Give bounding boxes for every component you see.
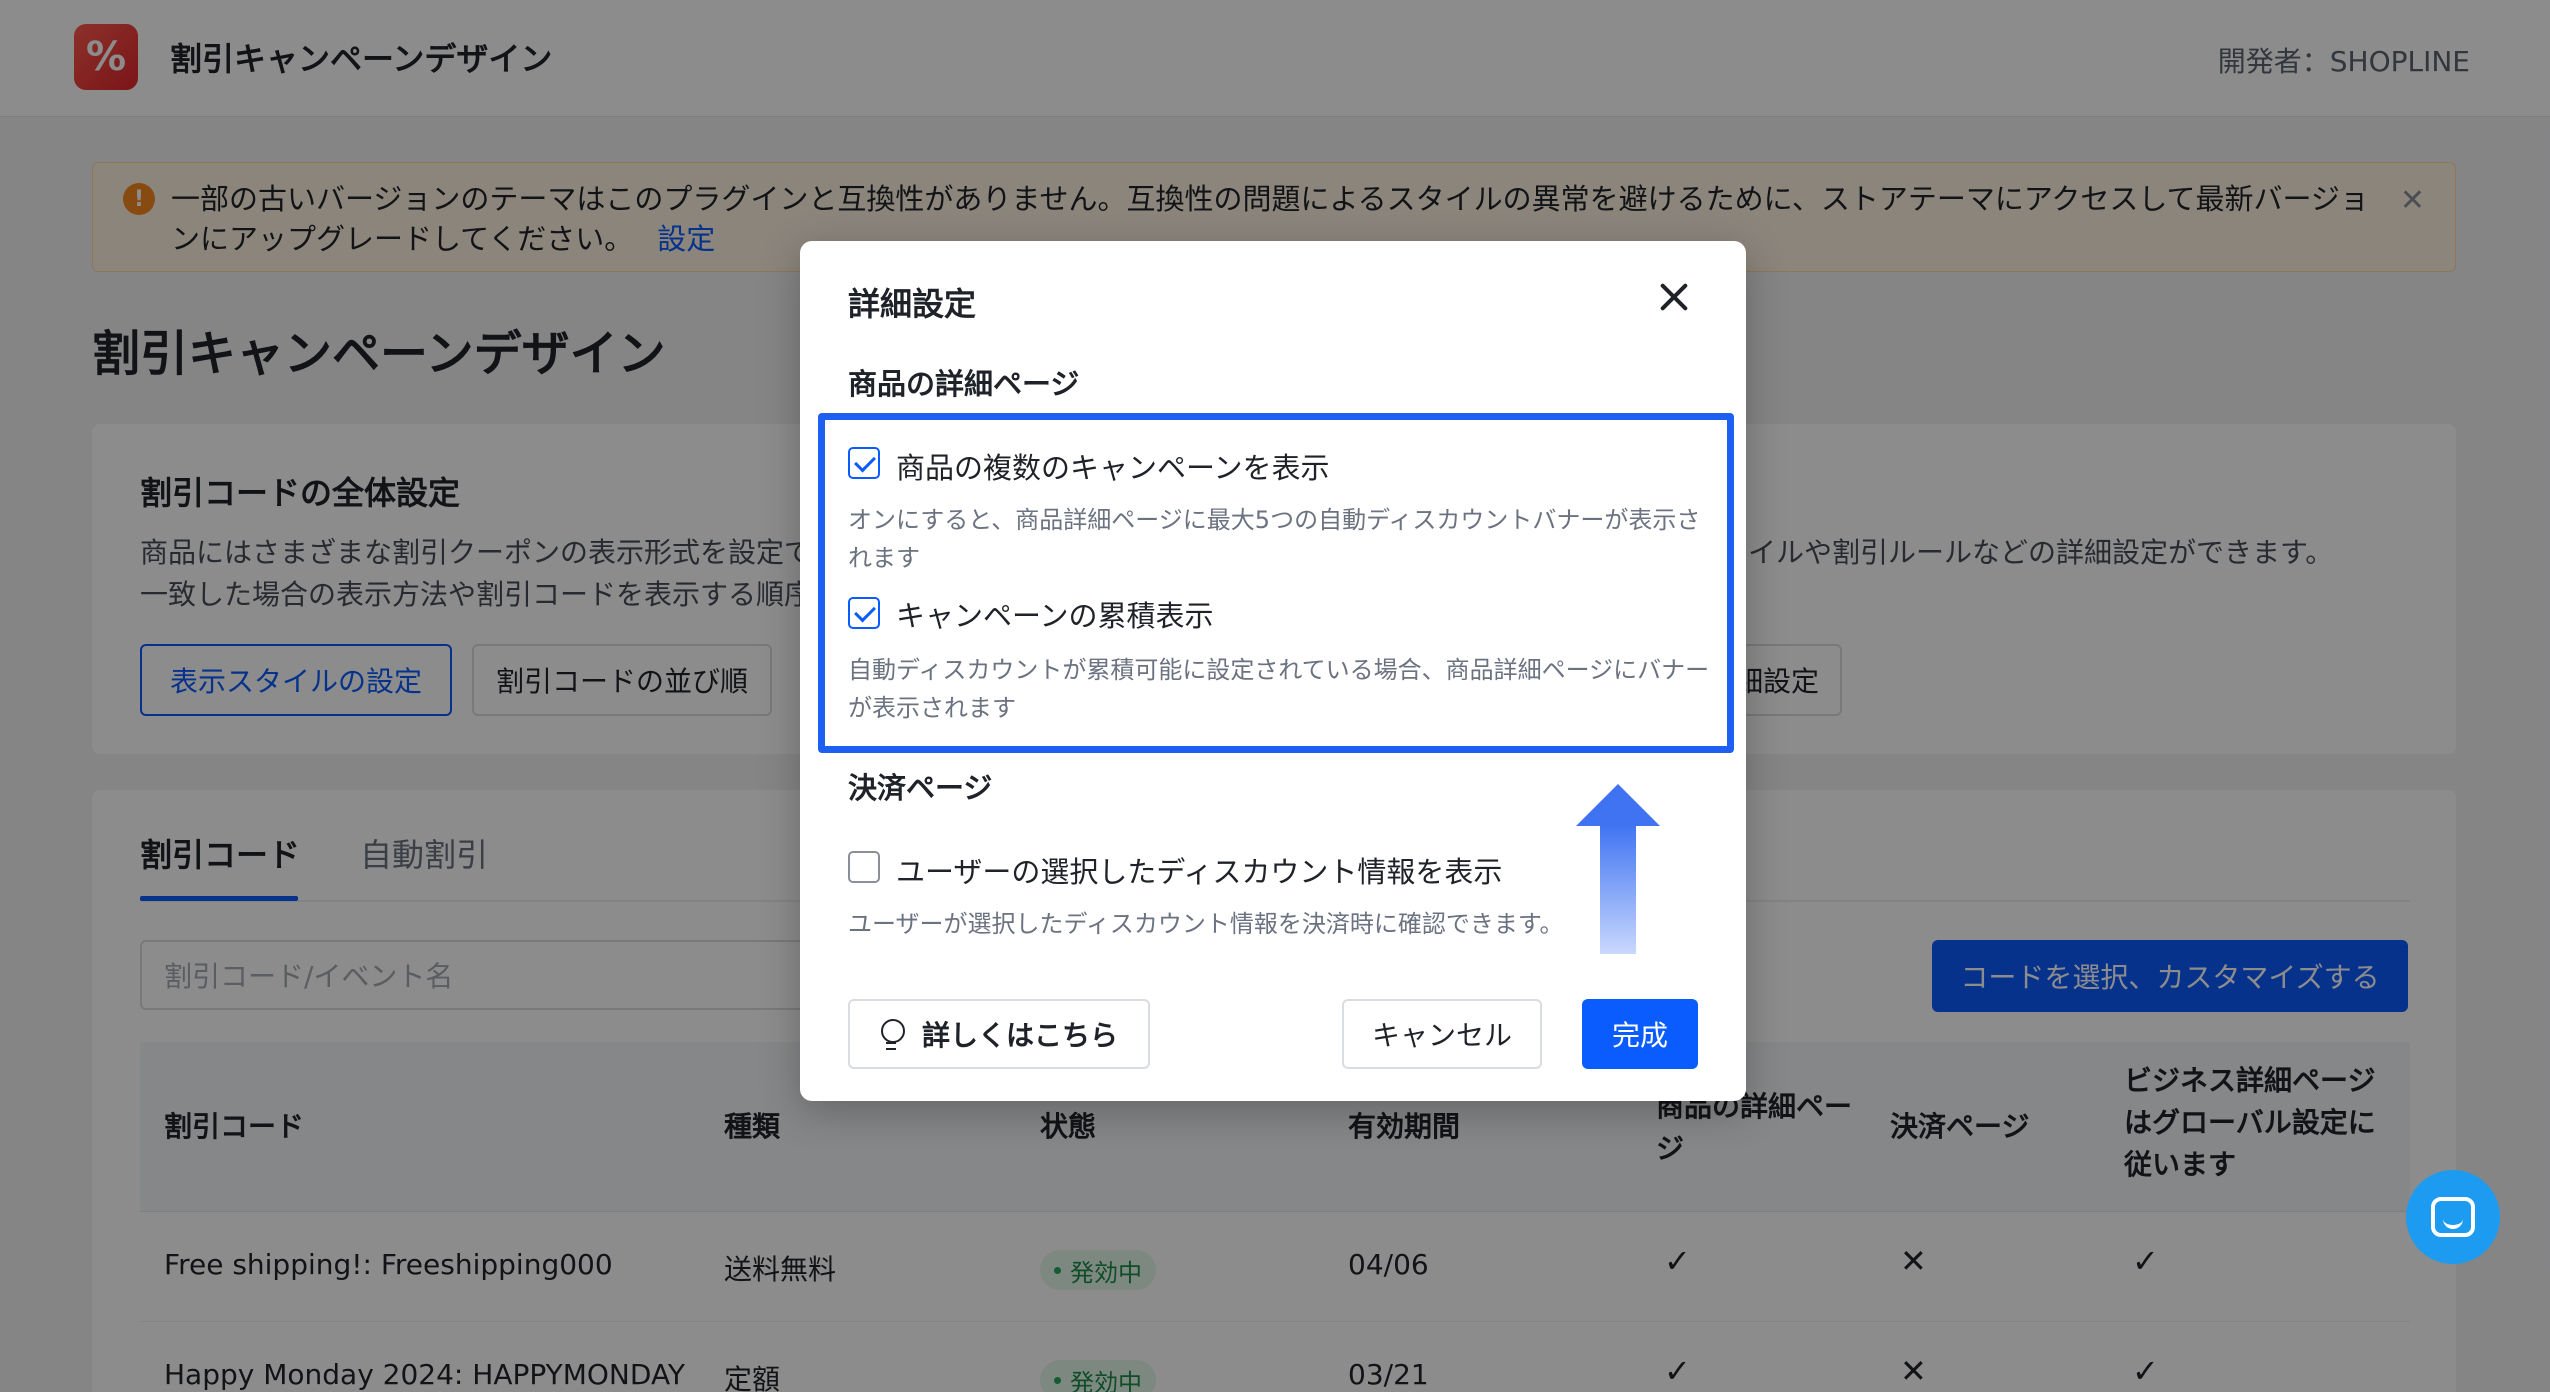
- close-icon[interactable]: [1654, 277, 1694, 317]
- cancel-button[interactable]: キャンセル: [1342, 999, 1542, 1069]
- multi-campaign-label[interactable]: 商品の複数のキャンペーンを表示: [896, 445, 1330, 487]
- arrow-up-icon: [1576, 784, 1660, 954]
- dialog-title: 詳細設定: [848, 285, 977, 323]
- chat-icon: [2431, 1197, 2475, 1237]
- lightbulb-icon: [880, 1019, 905, 1050]
- show-selected-discount-label[interactable]: ユーザーの選択したディスカウント情報を表示: [896, 849, 1502, 891]
- cumulative-display-label[interactable]: キャンペーンの累積表示: [896, 593, 1214, 635]
- arrow-head: [1576, 784, 1660, 826]
- arrow-shaft: [1600, 824, 1636, 954]
- product-page-section-label: 商品の詳細ページ: [848, 367, 1080, 401]
- show-selected-discount-checkbox[interactable]: [848, 851, 880, 883]
- learn-more-label: 詳しくはこちら: [921, 1019, 1118, 1052]
- advanced-settings-dialog: 詳細設定 商品の詳細ページ 商品の複数のキャンペーンを表示 オンにすると、商品詳…: [800, 241, 1746, 1101]
- chat-button[interactable]: [2406, 1170, 2500, 1264]
- checkout-page-section-label: 決済ページ: [848, 771, 993, 805]
- cumulative-display-checkbox[interactable]: [848, 597, 880, 629]
- multi-campaign-desc: オンにすると、商品詳細ページに最大5つの自動ディスカウントバナーが表示されます: [848, 506, 1701, 572]
- multi-campaign-checkbox[interactable]: [848, 447, 880, 479]
- learn-more-button[interactable]: 詳しくはこちら: [848, 999, 1150, 1069]
- done-button[interactable]: 完成: [1582, 999, 1698, 1069]
- cumulative-display-desc: 自動ディスカウントが累積可能に設定されている場合、商品詳細ページにバナーが表示さ…: [848, 656, 1710, 722]
